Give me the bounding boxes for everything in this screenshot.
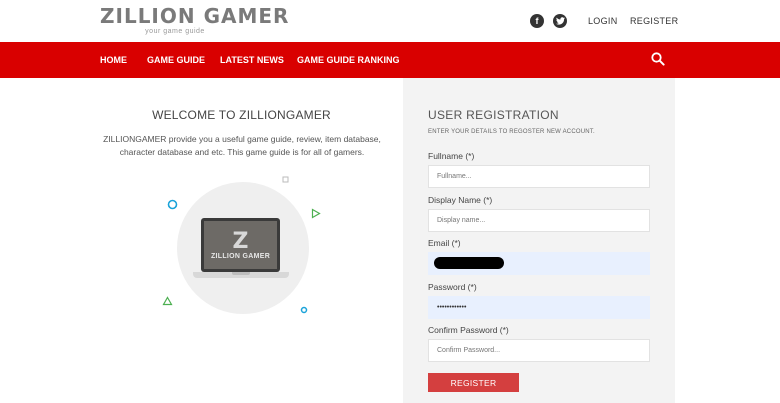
fullname-placeholder: Fullname... (437, 173, 472, 180)
email-label: Email (*) (428, 238, 461, 248)
register-link[interactable]: REGISTER (630, 16, 678, 26)
logo-tagline: your game guide (145, 28, 205, 35)
password-masked-value: •••••••••••• (437, 304, 467, 311)
welcome-description: ZILLIONGAMER provide you a useful game g… (103, 134, 381, 157)
registration-title: USER REGISTRATION (428, 108, 559, 122)
fullname-label: Fullname (*) (428, 151, 475, 161)
display-name-input[interactable]: Display name... (428, 209, 650, 232)
nav-item-latest-news[interactable]: LATEST NEWS (220, 55, 284, 65)
dot-decoration-icon (300, 301, 308, 319)
registration-panel: USER REGISTRATION ENTER YOUR DETAILS TO … (403, 78, 675, 403)
logo-text: ZILLION GAMER (100, 4, 290, 28)
main-nav: HOME GAME GUIDE LATEST NEWS GAME GUIDE R… (0, 42, 780, 78)
laptop-screen-logo: Z ZILLION GAMER (204, 221, 277, 269)
facebook-icon[interactable]: f (530, 14, 544, 28)
laptop-notch (232, 272, 250, 275)
nav-item-game-guide[interactable]: GAME GUIDE (147, 55, 205, 65)
search-icon[interactable] (651, 52, 665, 66)
laptop-logo-glyph: Z (232, 228, 249, 254)
registration-subtitle: ENTER YOUR DETAILS TO REGOSTER NEW ACCOU… (428, 129, 595, 135)
register-button[interactable]: REGISTER (428, 373, 519, 392)
password-label: Password (*) (428, 282, 477, 292)
site-logo[interactable]: ZILLION GAMER your game guide (100, 4, 290, 35)
nav-item-home[interactable]: HOME (100, 55, 127, 65)
confirm-password-input[interactable]: Confirm Password... (428, 339, 650, 362)
confirm-password-placeholder: Confirm Password... (437, 347, 501, 354)
confirm-password-label: Confirm Password (*) (428, 325, 509, 335)
display-name-label: Display Name (*) (428, 195, 493, 205)
circle-decoration-icon (167, 197, 178, 215)
login-link[interactable]: LOGIN (588, 16, 618, 26)
nav-item-game-guide-ranking[interactable]: GAME GUIDE RANKING (297, 55, 400, 65)
fullname-input[interactable]: Fullname... (428, 165, 650, 188)
top-header: ZILLION GAMER your game guide f LOGIN RE… (0, 0, 780, 42)
laptop-illustration: Z ZILLION GAMER (201, 218, 280, 272)
triangle-right-decoration-icon (311, 206, 321, 224)
redacted-email-value (434, 257, 504, 269)
square-decoration-icon (282, 170, 289, 188)
twitter-icon[interactable] (553, 14, 567, 28)
display-name-placeholder: Display name... (437, 217, 486, 224)
password-input[interactable]: •••••••••••• (428, 296, 650, 319)
triangle-up-decoration-icon (162, 293, 173, 311)
laptop-logo-text: ZILLION GAMER (210, 252, 271, 260)
